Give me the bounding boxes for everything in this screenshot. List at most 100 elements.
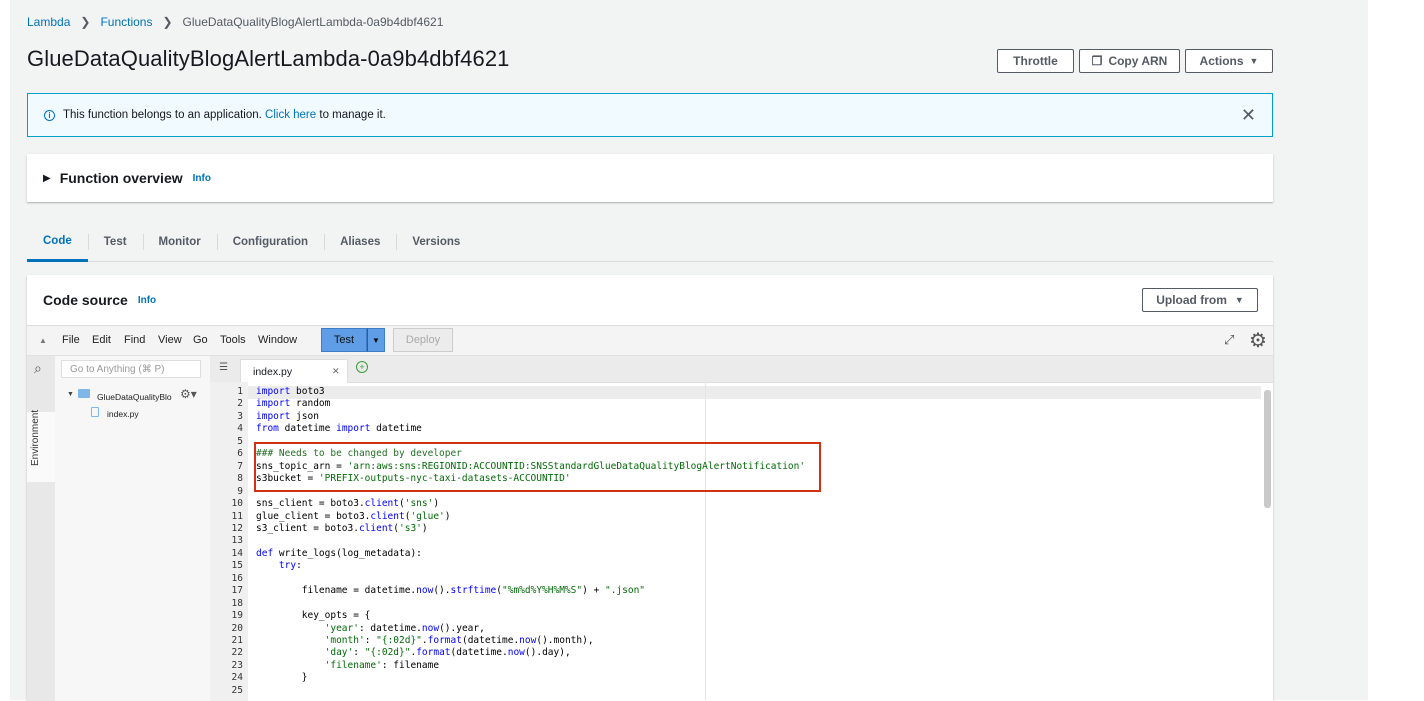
print-margin <box>705 381 706 700</box>
ide-test-button[interactable]: Test <box>321 328 367 352</box>
folder-name[interactable]: GlueDataQualityBlo <box>97 392 172 402</box>
editor-tab-label: index.py <box>253 365 293 378</box>
copy-arn-button[interactable]: ❐ Copy ARN <box>1079 49 1180 73</box>
environment-label[interactable]: Environment <box>30 410 41 466</box>
breadcrumb-current: GlueDataQualityBlogAlertLambda-0a9b4dbf4… <box>182 15 444 29</box>
chevron-right-icon: ❯ <box>80 15 91 29</box>
tab-aliases[interactable]: Aliases <box>324 223 396 261</box>
line-number: 13 <box>231 535 243 547</box>
tab-monitor[interactable]: Monitor <box>142 223 217 261</box>
tree-file-index[interactable]: index.py <box>107 409 139 419</box>
search-icon[interactable]: ⌕ <box>34 360 42 377</box>
code-source-title: Code source Info <box>43 292 156 308</box>
application-alert: i This function belongs to an applicatio… <box>27 93 1273 137</box>
line-number: 14 <box>231 547 243 559</box>
tab-test[interactable]: Test <box>87 223 143 261</box>
manage-application-link[interactable]: Click here <box>265 109 316 121</box>
file-tree: Go to Anything (⌘ P) ▼ GlueDataQualityBl… <box>55 356 210 701</box>
tab-versions[interactable]: Versions <box>396 223 476 261</box>
editor-scrollbar[interactable] <box>1264 390 1271 508</box>
close-icon[interactable]: ✕ <box>1241 105 1256 126</box>
line-number: 7 <box>237 460 243 472</box>
code-line[interactable]: key_opts = { <box>256 610 371 622</box>
line-number: 15 <box>231 560 243 572</box>
breadcrumb-lambda[interactable]: Lambda <box>27 15 70 29</box>
tab-list-icon[interactable]: ☰ <box>219 362 228 373</box>
ide-menubar: ▲ File Edit Find View Go Tools Window Te… <box>27 326 1273 356</box>
line-number: 22 <box>231 647 243 659</box>
tab-configuration[interactable]: Configuration <box>216 223 324 261</box>
menu-view[interactable]: View <box>158 334 182 346</box>
throttle-button[interactable]: Throttle <box>997 49 1074 73</box>
code-line[interactable]: 'month': "{:02d}".format(datetime.now().… <box>256 635 594 647</box>
menu-tools[interactable]: Tools <box>220 334 246 346</box>
copy-arn-label: Copy ARN <box>1108 54 1168 68</box>
developer-edit-highlight <box>254 442 821 492</box>
function-overview-info-link[interactable]: Info <box>193 173 211 184</box>
info-icon: i <box>44 109 55 121</box>
actions-label: Actions <box>1199 54 1244 68</box>
python-file-icon <box>91 407 99 417</box>
line-number: 19 <box>231 610 243 622</box>
code-line[interactable]: 'year': datetime.now().year, <box>256 623 485 635</box>
upload-from-label: Upload from <box>1156 293 1227 307</box>
close-tab-icon[interactable]: ✕ <box>332 366 340 377</box>
actions-button[interactable]: Actions ▼ <box>1185 49 1273 73</box>
caret-down-icon[interactable]: ▼ <box>367 328 385 352</box>
caret-right-icon: ▶ <box>43 172 51 184</box>
tree-settings-icon[interactable]: ⚙▾ <box>180 387 197 401</box>
function-tabs: Code Test Monitor Configuration Aliases … <box>27 223 1273 262</box>
line-number: 11 <box>231 510 243 522</box>
collapse-icon[interactable]: ▲ <box>39 336 47 345</box>
line-number: 25 <box>231 684 243 696</box>
menu-find[interactable]: Find <box>124 334 145 346</box>
ide-side-panel: ⌕ Environment <box>27 356 56 701</box>
throttle-label: Throttle <box>1013 54 1058 68</box>
alert-text: This function belongs to an application. <box>63 109 262 121</box>
gear-icon[interactable]: ⚙ <box>1249 328 1267 353</box>
code-line[interactable]: sns_client = boto3.client('sns') <box>256 498 439 510</box>
caret-down-icon: ▼ <box>1234 295 1244 305</box>
code-line[interactable]: } <box>256 672 308 684</box>
code-line[interactable]: import boto3 <box>256 386 325 398</box>
line-number: 18 <box>231 597 243 609</box>
upload-from-button[interactable]: Upload from ▼ <box>1142 288 1258 312</box>
menu-go[interactable]: Go <box>193 334 208 346</box>
tab-code[interactable]: Code <box>27 223 88 262</box>
menu-file[interactable]: File <box>62 334 80 346</box>
line-number: 17 <box>231 585 243 597</box>
line-number: 9 <box>237 485 243 497</box>
code-line[interactable]: import json <box>256 411 319 423</box>
code-line[interactable]: 'day': "{:02d}".format(datetime.now().da… <box>256 647 571 659</box>
fullscreen-icon[interactable]: ⤢ <box>1224 332 1234 348</box>
code-line[interactable]: s3_client = boto3.client('s3') <box>256 523 428 535</box>
alert-text-end: to manage it. <box>319 109 386 121</box>
line-number: 12 <box>231 522 243 534</box>
line-number: 23 <box>231 659 243 671</box>
code-source-info-link[interactable]: Info <box>138 295 156 306</box>
code-line[interactable]: 'filename': filename <box>256 660 439 672</box>
code-line[interactable]: import random <box>256 398 330 410</box>
line-number: 2 <box>237 398 243 410</box>
menu-window[interactable]: Window <box>258 334 297 346</box>
editor-tab-index[interactable]: index.py ✕ <box>240 359 348 383</box>
code-line[interactable]: from datetime import datetime <box>256 423 422 435</box>
deploy-button[interactable]: Deploy <box>393 328 453 352</box>
function-overview-panel[interactable]: ▶ Function overview Info <box>27 154 1273 202</box>
folder-icon <box>78 389 90 398</box>
menu-edit[interactable]: Edit <box>92 334 111 346</box>
function-overview-title: Function overview <box>59 170 183 186</box>
breadcrumb-functions[interactable]: Functions <box>100 15 152 29</box>
line-number: 8 <box>237 473 243 485</box>
code-line[interactable]: filename = datetime.now().strftime("%m%d… <box>256 585 645 597</box>
line-number: 24 <box>231 672 243 684</box>
code-line[interactable]: try: <box>256 560 302 572</box>
line-number: 1 <box>237 386 243 397</box>
go-to-anything-input[interactable]: Go to Anything (⌘ P) <box>61 360 201 378</box>
line-number: 10 <box>231 498 243 510</box>
code-line[interactable]: glue_client = boto3.client('glue') <box>256 511 451 523</box>
code-line[interactable]: def write_logs(log_metadata): <box>256 548 422 560</box>
new-tab-icon[interactable]: + <box>356 361 368 373</box>
folder-expand-icon[interactable]: ▼ <box>67 391 74 398</box>
caret-down-icon: ▼ <box>1249 56 1259 66</box>
